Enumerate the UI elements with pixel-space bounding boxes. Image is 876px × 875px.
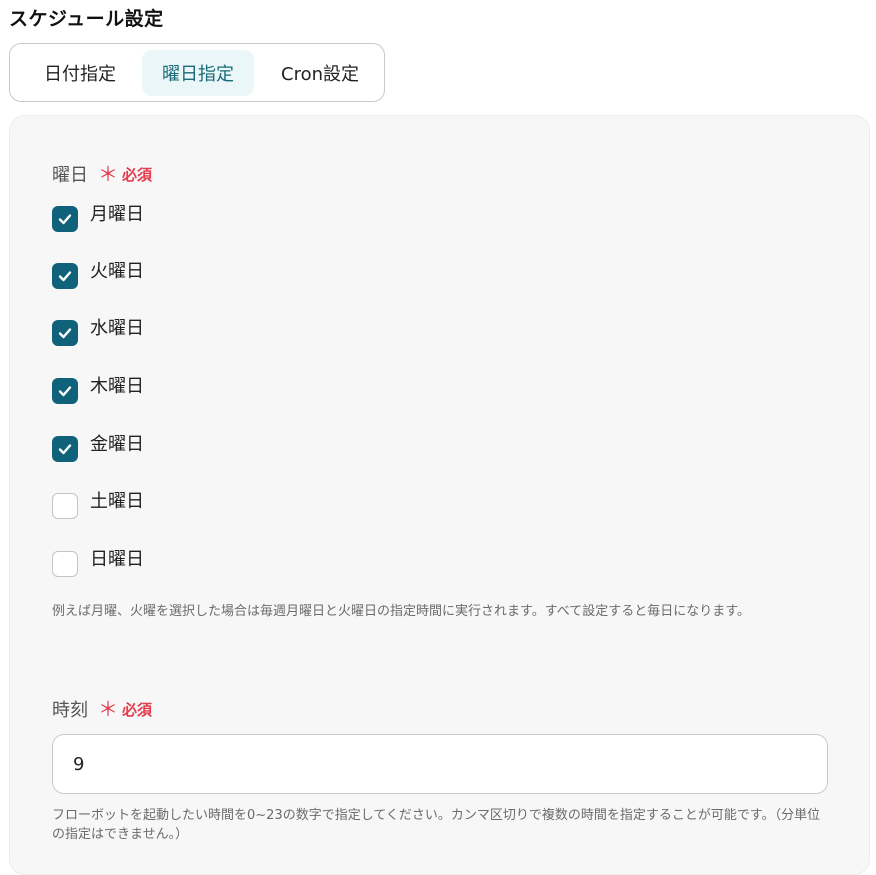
checkmark-icon xyxy=(58,328,72,339)
weekday-option-friday[interactable]: 金曜日 xyxy=(52,430,144,462)
checkmark-icon xyxy=(58,386,72,397)
checkbox-saturday[interactable] xyxy=(52,493,78,519)
checkmark-icon xyxy=(58,444,72,455)
tab-weekday[interactable]: 曜日指定 xyxy=(142,50,254,96)
checkbox-label: 水曜日 xyxy=(90,318,144,339)
checkbox-label: 木曜日 xyxy=(90,376,144,397)
weekday-option-thursday[interactable]: 木曜日 xyxy=(52,372,144,404)
checkbox-label: 金曜日 xyxy=(90,434,144,455)
tab-cron[interactable]: Cron設定 xyxy=(260,50,380,96)
time-field-label: 時刻 ＊ 必須 xyxy=(52,696,152,722)
checkbox-tuesday[interactable] xyxy=(52,263,78,289)
checkbox-wednesday[interactable] xyxy=(52,320,78,346)
required-asterisk-icon: ＊ xyxy=(98,162,118,186)
checkmark-icon xyxy=(58,214,72,225)
checkbox-sunday[interactable] xyxy=(52,551,78,577)
required-badge: 必須 xyxy=(122,165,153,184)
checkmark-icon xyxy=(58,271,72,282)
weekday-option-tuesday[interactable]: 火曜日 xyxy=(52,257,144,289)
checkbox-label: 月曜日 xyxy=(90,204,144,225)
weekday-help-text: 例えば月曜、火曜を選択した場合は毎週月曜日と火曜日の指定時間に実行されます。すべ… xyxy=(52,604,750,619)
weekday-field-label: 曜日 ＊ 必須 xyxy=(52,161,152,187)
checkbox-label: 土曜日 xyxy=(90,491,144,512)
tab-date[interactable]: 日付指定 xyxy=(20,50,140,96)
settings-panel: 曜日 ＊ 必須 月曜日 火曜日 水曜日 木曜日 金曜日 土曜日 日曜日 例えば月… xyxy=(9,115,870,875)
checkbox-monday[interactable] xyxy=(52,206,78,232)
checkbox-label: 火曜日 xyxy=(90,261,144,282)
page-title: スケジュール設定 xyxy=(9,8,164,30)
weekday-option-saturday[interactable]: 土曜日 xyxy=(52,487,144,519)
weekday-option-wednesday[interactable]: 水曜日 xyxy=(52,314,144,346)
checkbox-thursday[interactable] xyxy=(52,378,78,404)
weekday-option-monday[interactable]: 月曜日 xyxy=(52,200,144,232)
checkbox-friday[interactable] xyxy=(52,436,78,462)
time-help-text: フローボットを起動したい時間を0~23の数字で指定してください。カンマ区切りで複… xyxy=(52,808,821,842)
weekday-option-sunday[interactable]: 日曜日 xyxy=(52,545,144,577)
checkbox-label: 日曜日 xyxy=(90,549,144,570)
schedule-type-tabs: 日付指定 曜日指定 Cron設定 xyxy=(9,43,385,102)
required-badge: 必須 xyxy=(122,700,153,719)
time-input[interactable] xyxy=(52,734,828,794)
time-label-text: 時刻 xyxy=(52,700,88,721)
required-asterisk-icon: ＊ xyxy=(98,697,118,721)
weekday-label-text: 曜日 xyxy=(52,165,88,186)
